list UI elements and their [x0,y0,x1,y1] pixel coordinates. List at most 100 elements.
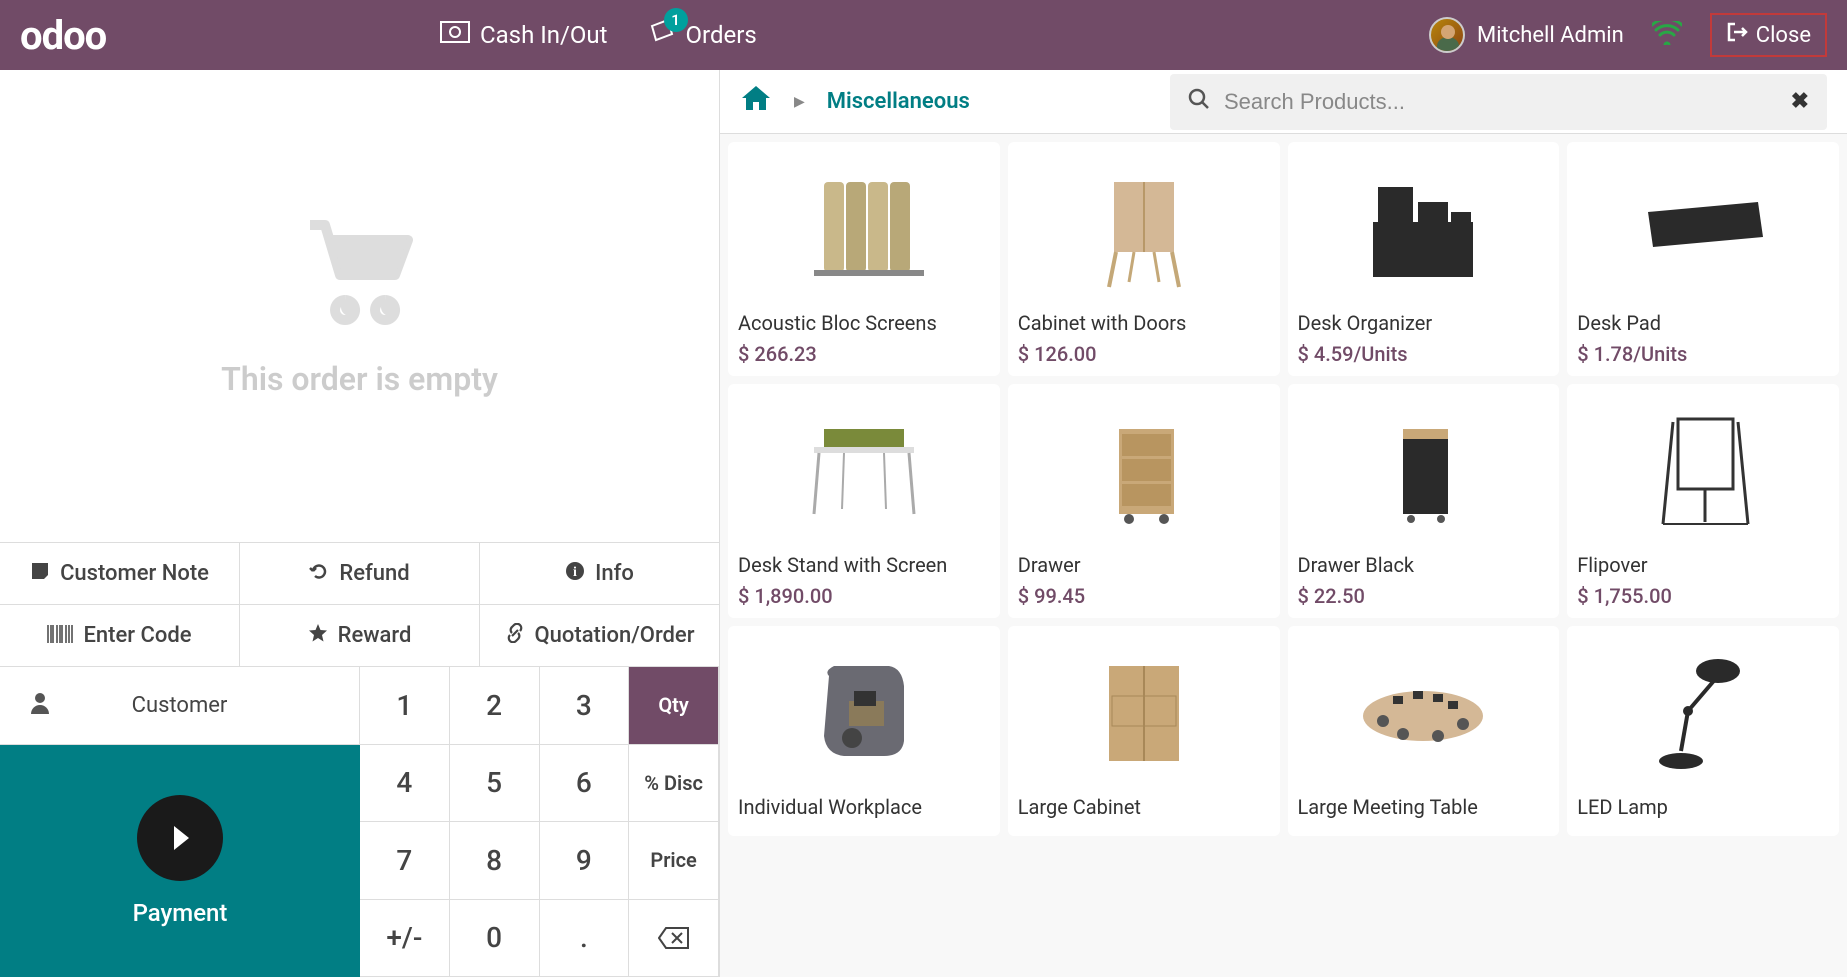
product-price: $ 22.50 [1298,584,1550,608]
product-image [1018,152,1270,302]
product-image [1298,394,1550,544]
product-card[interactable]: Large Cabinet [1008,626,1280,836]
product-list[interactable]: Acoustic Bloc Screens $ 266.23 Cabinet wit… [720,134,1847,977]
numkey-7[interactable]: 7 [360,822,450,900]
product-image [1298,636,1550,786]
topbar-right: Mitchell Admin Close [1429,13,1827,57]
product-header: ▶ Miscellaneous ✖ [720,70,1847,134]
brand-logo: odoo [20,12,160,59]
product-card[interactable]: Flipover $ 1,755.00 [1567,384,1839,618]
info-icon: i [565,561,585,586]
numkey-backspace[interactable] [629,900,719,977]
product-card[interactable]: Large Meeting Table [1288,626,1560,836]
product-image [1577,636,1829,786]
backspace-icon [658,926,690,950]
numkey-sign[interactable]: +/- [360,900,450,977]
orders-badge: 1 [664,8,688,32]
product-card[interactable]: Individual Workplace [728,626,1000,836]
payment-button[interactable]: Payment [0,745,360,977]
home-icon[interactable] [740,84,772,120]
product-card[interactable]: Desk Organizer $ 4.59/Units [1288,142,1560,376]
username: Mitchell Admin [1477,23,1624,48]
barcode-icon [47,624,73,648]
product-name: Desk Pad [1577,310,1829,336]
product-name: Large Meeting Table [1298,794,1550,820]
product-price: $ 266.23 [738,342,990,366]
right-panel: ▶ Miscellaneous ✖ Acoustic Bloc Screens $… [720,70,1847,977]
topbar: odoo Cash In/Out 1 Orders Mitchell Admin [0,0,1847,70]
product-image [738,394,990,544]
reward-button[interactable]: Reward [240,605,480,667]
mode-qty[interactable]: Qty [629,667,719,745]
product-name: Drawer [1018,552,1270,578]
product-card[interactable]: Acoustic Bloc Screens $ 266.23 [728,142,1000,376]
product-name: Large Cabinet [1018,794,1270,820]
svg-text:i: i [573,565,577,580]
search-area: ✖ [1170,74,1827,130]
product-price: $ 1,890.00 [738,584,990,608]
product-card[interactable]: LED Lamp [1567,626,1839,836]
product-image [1577,152,1829,302]
clear-search-icon[interactable]: ✖ [1791,89,1809,114]
cash-in-out-button[interactable]: Cash In/Out [440,18,608,52]
product-image [1018,636,1270,786]
product-name: Drawer Black [1298,552,1550,578]
product-card[interactable]: Drawer$ 99.45 [1008,384,1280,618]
product-name: Individual Workplace [738,794,990,820]
product-name: Desk Stand with Screen [738,552,990,578]
product-name: Flipover [1577,552,1829,578]
mode-price[interactable]: Price [629,822,719,900]
cash-label: Cash In/Out [480,21,608,49]
note-icon [30,561,50,586]
product-card[interactable]: Desk Pad $ 1.78/Units [1567,142,1839,376]
product-price: $ 126.00 [1018,342,1270,366]
breadcrumb-separator: ▶ [794,94,805,110]
numkey-0[interactable]: 0 [450,900,540,977]
action-buttons: Customer Note Refund i Info [0,542,719,667]
product-price: $ 1.78/Units [1577,342,1829,366]
info-button[interactable]: i Info [480,543,719,605]
numkey-6[interactable]: 6 [540,745,630,823]
avatar [1429,17,1465,53]
product-name: Acoustic Bloc Screens [738,310,990,336]
numkey-4[interactable]: 4 [360,745,450,823]
numkey-1[interactable]: 1 [360,667,450,745]
breadcrumb-category[interactable]: Miscellaneous [827,89,970,114]
product-price: $ 4.59/Units [1298,342,1550,366]
numkey-8[interactable]: 8 [450,822,540,900]
enter-code-button[interactable]: Enter Code [0,605,240,667]
numkey-9[interactable]: 9 [540,822,630,900]
orders-label: Orders [686,21,757,49]
quotation-button[interactable]: Quotation/Order [480,605,719,667]
close-label: Close [1756,23,1811,48]
product-price: $ 1,755.00 [1577,584,1829,608]
numkey-2[interactable]: 2 [450,667,540,745]
user-menu[interactable]: Mitchell Admin [1429,17,1624,53]
empty-order-text: This order is empty [221,360,498,398]
customer-note-button[interactable]: Customer Note [0,543,240,605]
numkey-3[interactable]: 3 [540,667,630,745]
numkey-dot[interactable]: . [540,900,630,977]
numkey-5[interactable]: 5 [450,745,540,823]
refund-button[interactable]: Refund [240,543,480,605]
product-card[interactable]: Cabinet with Doors$ 126.00 [1008,142,1280,376]
mode-disc[interactable]: % Disc [629,745,719,823]
order-area: This order is empty [0,70,719,542]
close-button[interactable]: Close [1710,13,1827,57]
product-card[interactable]: Drawer Black $ 22.50 [1288,384,1560,618]
product-name: Desk Organizer [1298,310,1550,336]
search-input[interactable] [1224,89,1777,115]
person-icon [30,692,50,720]
product-image [1577,394,1829,544]
link-icon [505,623,525,648]
wifi-icon [1652,18,1682,53]
logout-icon [1726,21,1748,49]
ticket-icon: 1 [648,18,676,52]
banknote-icon [440,21,470,49]
product-image [738,636,990,786]
customer-button[interactable]: Customer [0,667,360,745]
product-card[interactable]: Desk Stand with Screen $ 1,890.00 [728,384,1000,618]
product-image [738,152,990,302]
orders-button[interactable]: 1 Orders [648,18,757,52]
left-panel: This order is empty Customer Note Refund [0,70,720,977]
